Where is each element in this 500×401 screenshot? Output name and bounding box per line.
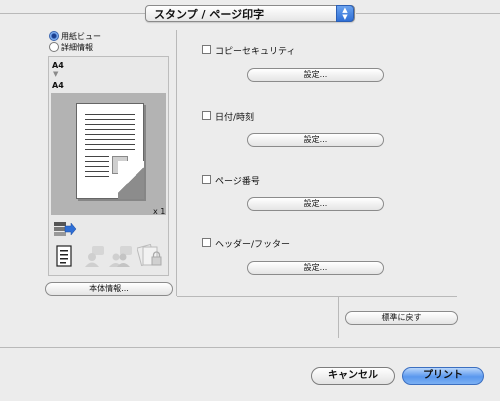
copy-security-label: コピーセキュリティ: [215, 47, 296, 57]
top-divider-right: [356, 13, 500, 14]
popup-arrows-icon: ▲ ▼: [336, 5, 354, 22]
panel-selector-popup[interactable]: スタンプ / ページ印字 ▲ ▼: [145, 5, 355, 22]
preview-panel: A4 ▼ A4 x 1: [48, 56, 169, 276]
print-button[interactable]: プリント: [402, 367, 484, 385]
document-icon: [55, 245, 73, 267]
date-time-checkbox[interactable]: [202, 111, 211, 120]
page-curl-icon: [118, 161, 144, 199]
left-panel-divider: [176, 30, 177, 296]
radio-detail-info-label: 詳細情報: [61, 43, 93, 52]
copies-count: x 1: [153, 207, 166, 216]
machine-info-button[interactable]: 本体情報...: [45, 282, 173, 296]
date-time-label: 日付/時刻: [215, 113, 255, 123]
radio-detail-info[interactable]: [49, 42, 59, 52]
print-to-device-icon: [53, 220, 77, 238]
panel-selector-label: スタンプ / ページ印字: [154, 8, 265, 21]
page-number-label: ページ番号: [215, 177, 260, 187]
paper-to-label: A4: [52, 81, 64, 90]
options-bottom-divider: [177, 296, 457, 297]
header-footer-label: ヘッダー/フッター: [215, 240, 291, 250]
page-thumbnail: [76, 103, 144, 199]
copy-security-checkbox[interactable]: [202, 45, 211, 54]
paper-from-label: A4: [52, 61, 64, 70]
top-divider-left: [0, 13, 145, 14]
cancel-button[interactable]: キャンセル: [311, 367, 395, 385]
date-time-settings-button[interactable]: 設定...: [247, 133, 384, 147]
footer-divider: [0, 347, 500, 348]
restore-defaults-button[interactable]: 標準に戻す: [345, 311, 458, 325]
radio-paper-view[interactable]: [49, 31, 59, 41]
defaults-divider: [338, 296, 339, 338]
page-number-checkbox[interactable]: [202, 175, 211, 184]
down-arrow-icon: ▼: [53, 70, 59, 78]
secure-document-icon: [136, 243, 163, 267]
page-preview-area: [51, 93, 166, 215]
users-icon: [109, 245, 133, 267]
radio-paper-view-label: 用紙ビュー: [61, 32, 101, 41]
copy-security-settings-button[interactable]: 設定...: [247, 68, 384, 82]
user-icon: [83, 245, 105, 267]
page-number-settings-button[interactable]: 設定...: [247, 197, 384, 211]
header-footer-settings-button[interactable]: 設定...: [247, 261, 384, 275]
header-footer-checkbox[interactable]: [202, 238, 211, 247]
